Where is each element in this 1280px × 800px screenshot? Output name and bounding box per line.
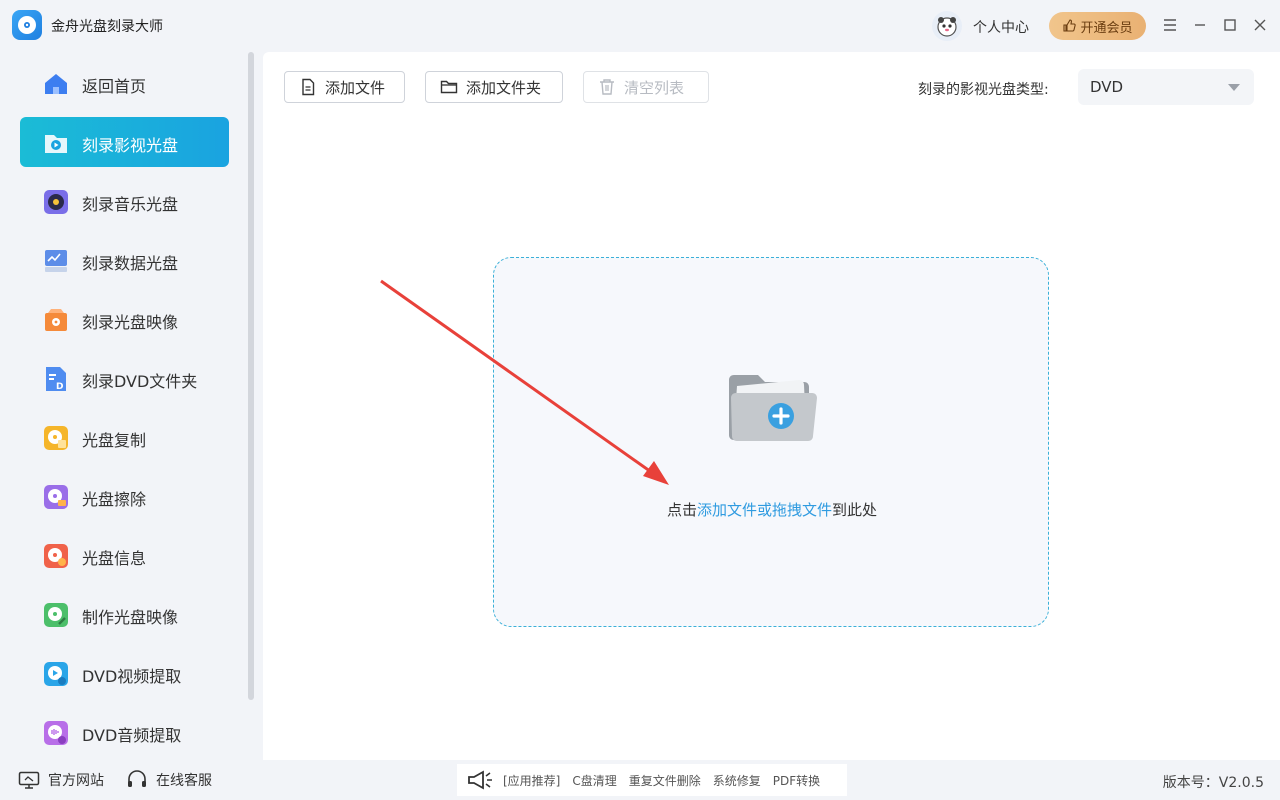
sidebar-item-home[interactable]: 返回首页 [20, 58, 229, 108]
promo-duplicate-delete[interactable]: 重复文件删除 [629, 772, 701, 789]
sidebar-item-disc-info[interactable]: 光盘信息 [20, 530, 229, 580]
online-support-label: 在线客服 [156, 773, 212, 789]
minimize-icon[interactable] [1189, 14, 1211, 36]
trash-icon [600, 79, 614, 95]
home-icon [45, 74, 67, 94]
add-or-drag-link[interactable]: 添加文件或拖拽文件 [697, 501, 832, 519]
thumbs-up-icon [1063, 19, 1077, 32]
sidebar-item-label: 光盘信息 [82, 549, 147, 568]
sidebar-item-burn-video-disc[interactable]: 刻录影视光盘 [20, 117, 229, 167]
version-label: 版本号：V2.0.5 [1162, 775, 1264, 791]
promo-title: [应用推荐] [503, 773, 561, 788]
main-panel: 添加文件 添加文件夹 清空列表 刻录的影视光盘类型: DVD 点击添加文件或拖拽… [263, 52, 1280, 760]
folder-icon [440, 80, 458, 94]
disc-info-icon [44, 544, 68, 568]
svg-text:D: D [56, 382, 63, 392]
monitor-icon [18, 771, 40, 789]
add-folder-icon [729, 375, 817, 441]
dvd-audio-extract-icon [44, 721, 68, 745]
promo-c-drive-clean[interactable]: C盘清理 [572, 772, 616, 789]
add-file-label: 添加文件 [325, 78, 386, 97]
sidebar-item-label: 刻录音乐光盘 [82, 195, 179, 214]
sidebar-item-label: DVD视频提取 [82, 667, 182, 686]
sidebar-item-label: 制作光盘映像 [82, 608, 179, 627]
add-folder-label: 添加文件夹 [466, 78, 542, 97]
file-drop-zone[interactable]: 点击添加文件或拖拽文件到此处 [493, 257, 1049, 627]
menu-icon[interactable] [1159, 14, 1181, 36]
status-bar: 官方网站 在线客服 [应用推荐] C盘清理 重复文件删除 系统修复 PDF转换 … [0, 760, 1280, 800]
drop-zone-hint: 点击添加文件或拖拽文件到此处 [494, 499, 1050, 520]
dvd-folder-icon: D [46, 367, 66, 392]
sidebar-item-label: 刻录光盘映像 [82, 313, 179, 332]
headset-icon [128, 770, 146, 787]
official-website-label: 官方网站 [48, 773, 104, 789]
disc-type-label: 刻录的影视光盘类型: [918, 82, 1049, 98]
sidebar-item-make-disc-image[interactable]: 制作光盘映像 [20, 589, 229, 639]
vip-button[interactable]: 开通会员 [1049, 12, 1146, 40]
sidebar-item-label: 返回首页 [82, 77, 147, 96]
promo-system-repair[interactable]: 系统修复 [713, 772, 761, 789]
sidebar-item-label: 刻录影视光盘 [82, 136, 179, 155]
data-disc-icon [45, 250, 67, 272]
drop-hint-suffix: 到此处 [832, 501, 878, 519]
sidebar-item-disc-copy[interactable]: 光盘复制 [20, 412, 229, 462]
official-website-link[interactable]: 官方网站 [18, 770, 104, 790]
user-avatar-icon[interactable] [932, 11, 962, 41]
app-recommend-bar: [应用推荐] C盘清理 重复文件删除 系统修复 PDF转换 [457, 764, 847, 796]
add-folder-button[interactable]: 添加文件夹 [425, 71, 563, 103]
promo-pdf-convert[interactable]: PDF转换 [773, 772, 820, 789]
vip-button-label: 开通会员 [1080, 20, 1133, 36]
sidebar-item-burn-disc-image[interactable]: 刻录光盘映像 [20, 294, 229, 344]
clear-list-label: 清空列表 [624, 78, 685, 97]
app-title: 金舟光盘刻录大师 [51, 19, 163, 35]
video-disc-icon [45, 135, 67, 153]
sidebar-item-label: DVD音频提取 [82, 726, 182, 745]
online-support-link[interactable]: 在线客服 [126, 770, 212, 790]
sidebar: 返回首页 刻录影视光盘 刻录音乐光盘 刻录数据光盘 刻录光盘映像 D 刻录DVD… [0, 52, 258, 760]
sidebar-item-dvd-audio-extract[interactable]: DVD音频提取 [20, 707, 229, 757]
sidebar-item-label: 光盘擦除 [82, 490, 147, 509]
make-image-icon [44, 603, 68, 627]
user-center-link[interactable]: 个人中心 [973, 17, 1029, 37]
sidebar-item-label: 刻录数据光盘 [82, 254, 179, 273]
sidebar-item-burn-music-disc[interactable]: 刻录音乐光盘 [20, 176, 229, 226]
sidebar-item-burn-data-disc[interactable]: 刻录数据光盘 [20, 235, 229, 285]
app-logo-icon [12, 10, 42, 40]
sidebar-item-label: 刻录DVD文件夹 [82, 372, 198, 391]
sidebar-item-disc-erase[interactable]: 光盘擦除 [20, 471, 229, 521]
add-file-button[interactable]: 添加文件 [284, 71, 405, 103]
sidebar-item-label: 光盘复制 [82, 431, 147, 450]
disc-copy-icon [44, 426, 68, 450]
music-disc-icon [44, 190, 68, 214]
file-icon [302, 78, 315, 96]
disc-type-select[interactable]: DVD [1078, 69, 1254, 105]
sidebar-item-dvd-video-extract[interactable]: DVD视频提取 [20, 648, 229, 698]
disc-image-icon [45, 309, 67, 331]
title-bar: 金舟光盘刻录大师 个人中心 开通会员 [0, 0, 1280, 52]
clear-list-button[interactable]: 清空列表 [583, 71, 709, 103]
disc-erase-icon [44, 485, 68, 509]
disc-type-value: DVD [1090, 78, 1124, 96]
drop-hint-prefix: 点击 [666, 501, 697, 519]
maximize-icon[interactable] [1219, 14, 1241, 36]
chevron-down-icon [1228, 84, 1240, 91]
sidebar-item-burn-dvd-folder[interactable]: D 刻录DVD文件夹 [20, 353, 229, 403]
megaphone-icon [468, 770, 492, 790]
close-icon[interactable] [1249, 14, 1271, 36]
dvd-video-extract-icon [44, 662, 68, 686]
sidebar-scrollbar[interactable] [248, 52, 254, 700]
